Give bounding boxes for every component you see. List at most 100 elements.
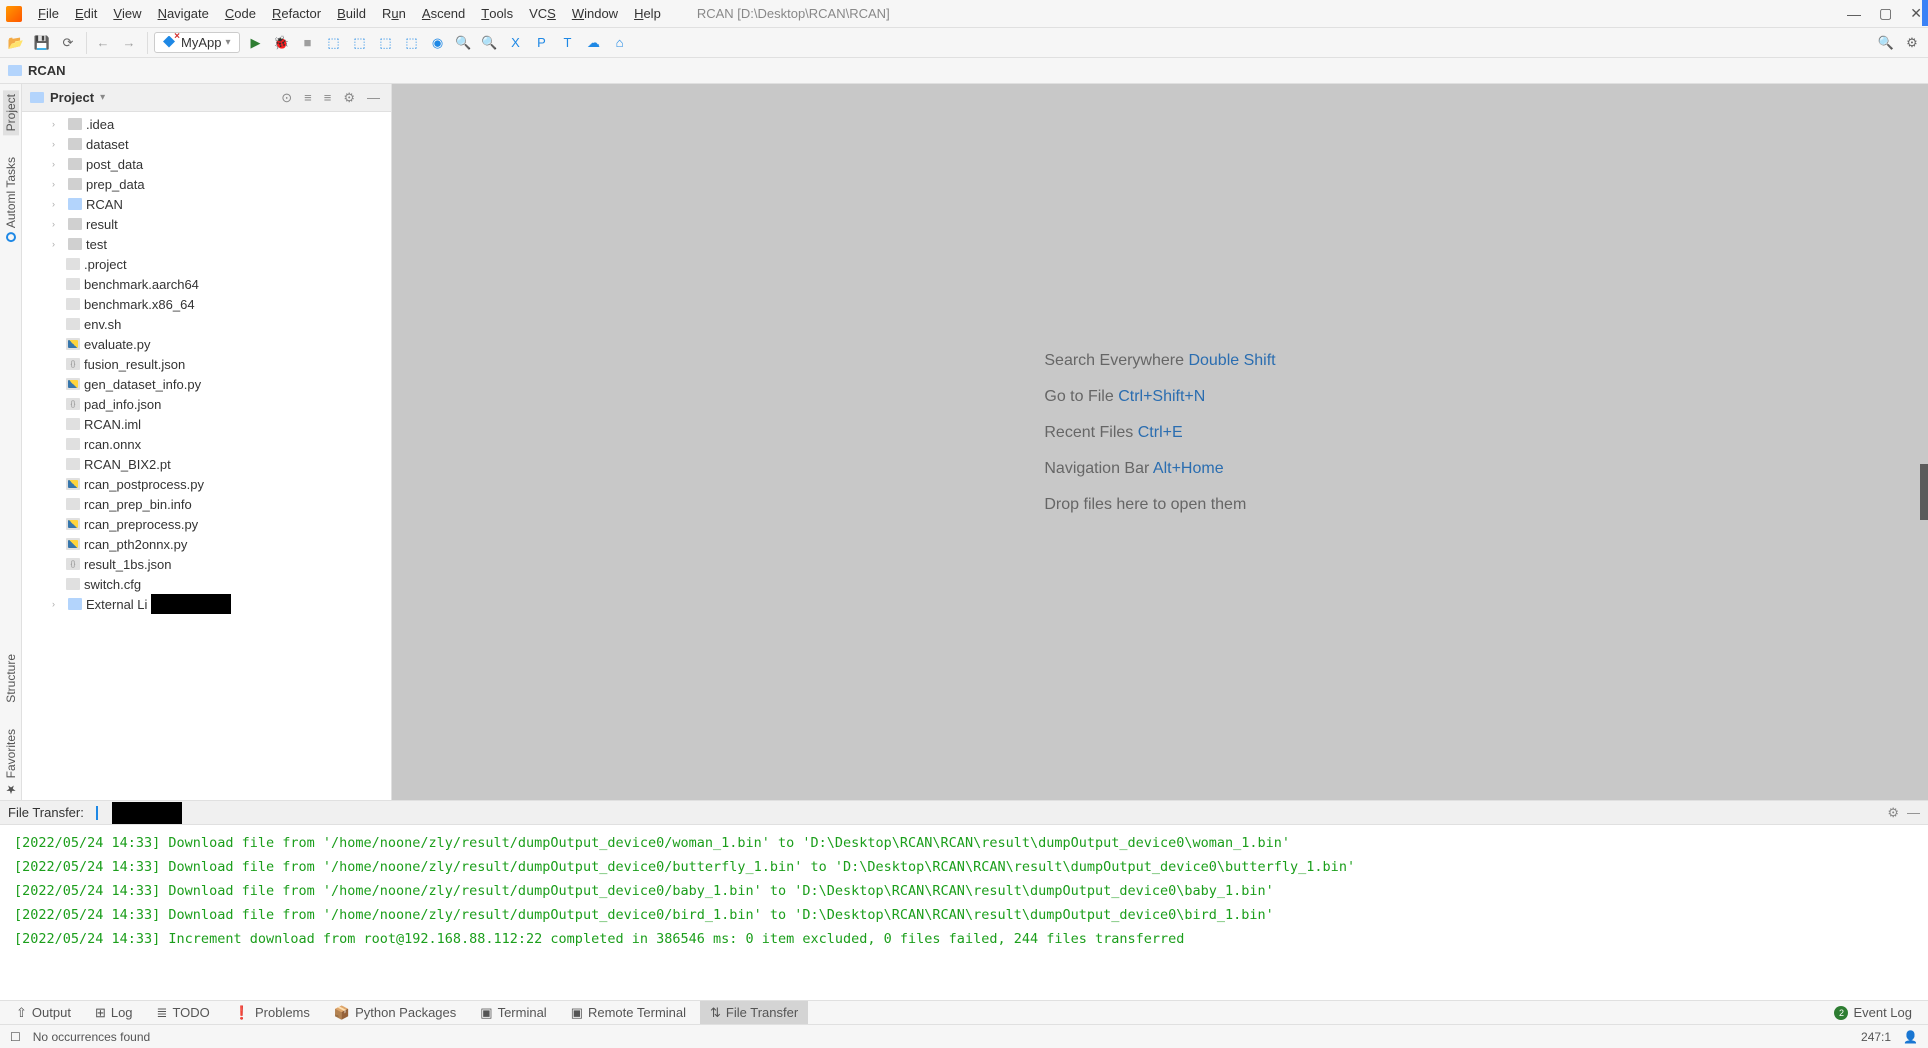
tree-file[interactable]: benchmark.x86_64 xyxy=(22,294,391,314)
file-icon xyxy=(66,358,80,370)
toolbar-icon-1[interactable]: ⬚ xyxy=(324,33,344,53)
tree-file[interactable]: RCAN_BIX2.pt xyxy=(22,454,391,474)
menu-window[interactable]: Window xyxy=(564,0,626,27)
tree-file[interactable]: benchmark.aarch64 xyxy=(22,274,391,294)
maximize-button[interactable]: ▢ xyxy=(1879,5,1892,22)
hide-panel-icon[interactable]: — xyxy=(1907,805,1920,820)
collapse-all-icon[interactable]: ≡ xyxy=(321,90,335,105)
hide-panel-icon[interactable]: — xyxy=(364,90,383,105)
tree-file[interactable]: rcan_postprocess.py xyxy=(22,474,391,494)
menu-run[interactable]: Run xyxy=(374,0,414,27)
toolbar-icon-10[interactable]: T xyxy=(558,33,578,53)
stop-button-icon[interactable]: ■ xyxy=(298,33,318,53)
tree-file[interactable]: .project xyxy=(22,254,391,274)
tree-folder[interactable]: ›.idea xyxy=(22,114,391,134)
tab-file-transfer[interactable]: ⇅File Transfer xyxy=(700,1001,808,1024)
editor-empty-area[interactable]: Search Everywhere Double ShiftGo to File… xyxy=(392,84,1928,800)
tree-file[interactable]: fusion_result.json xyxy=(22,354,391,374)
menu-help[interactable]: Help xyxy=(626,0,669,27)
tree-folder[interactable]: ›RCAN xyxy=(22,194,391,214)
tree-folder[interactable]: ›test xyxy=(22,234,391,254)
menu-edit[interactable]: Edit xyxy=(67,0,105,27)
gutter-tab-structure[interactable]: Structure xyxy=(3,650,19,707)
packages-icon: 📦 xyxy=(334,1005,350,1021)
toolbar-icon-6[interactable]: 🔍 xyxy=(454,33,474,53)
locate-icon[interactable]: ⊙ xyxy=(278,90,295,106)
inspection-icon[interactable]: 👤 xyxy=(1903,1030,1918,1044)
project-tool-window: Project ▾ ⊙ ≡ ≡ ⚙ — ›.idea›dataset›post_… xyxy=(22,84,392,800)
tree-label: result_1bs.json xyxy=(84,557,171,572)
run-button-icon[interactable]: ▶ xyxy=(246,33,266,53)
menu-tools[interactable]: Tools xyxy=(473,0,521,27)
toolbar-icon-12[interactable]: ⌂ xyxy=(610,33,630,53)
chevron-down-icon[interactable]: ▾ xyxy=(100,92,105,103)
tab-problems[interactable]: ❗Problems xyxy=(224,1001,320,1024)
run-configuration-selector[interactable]: MyApp ▾ xyxy=(154,32,240,53)
menu-build[interactable]: Build xyxy=(329,0,374,27)
gutter-tab-automl[interactable]: Automl Tasks xyxy=(3,153,19,246)
toolbar-icon-2[interactable]: ⬚ xyxy=(350,33,370,53)
nav-back-icon[interactable]: ← xyxy=(93,33,113,53)
toolbar-icon-8[interactable]: X xyxy=(506,33,526,53)
project-title[interactable]: Project xyxy=(50,90,94,105)
panel-settings-icon[interactable]: ⚙ xyxy=(340,90,358,106)
toolbar-icon-5[interactable]: ◉ xyxy=(428,33,448,53)
minimize-button[interactable]: — xyxy=(1847,6,1861,22)
tree-file[interactable]: rcan_preprocess.py xyxy=(22,514,391,534)
close-button[interactable]: ✕ xyxy=(1910,5,1922,22)
menu-file[interactable]: File xyxy=(30,0,67,27)
nav-forward-icon[interactable]: → xyxy=(119,33,139,53)
folder-icon xyxy=(8,65,22,76)
tree-file[interactable]: pad_info.json xyxy=(22,394,391,414)
tab-output[interactable]: ⇧Output xyxy=(6,1001,81,1024)
tab-python-packages[interactable]: 📦Python Packages xyxy=(324,1001,466,1024)
tree-file[interactable]: rcan_pth2onnx.py xyxy=(22,534,391,554)
menu-ascend[interactable]: Ascend xyxy=(414,0,473,27)
tree-file[interactable]: env.sh xyxy=(22,314,391,334)
menu-refactor[interactable]: Refactor xyxy=(264,0,329,27)
tab-terminal[interactable]: ▣Terminal xyxy=(470,1001,556,1024)
bottom-tool-tabs: ⇧Output ⊞Log ≣TODO ❗Problems 📦Python Pac… xyxy=(0,1000,1928,1024)
reload-icon[interactable]: ⟳ xyxy=(58,33,78,53)
toolbar-icon-11[interactable]: ☁ xyxy=(584,33,604,53)
tab-remote-terminal[interactable]: ▣Remote Terminal xyxy=(561,1001,696,1024)
tab-log[interactable]: ⊞Log xyxy=(85,1001,143,1024)
project-tree[interactable]: ›.idea›dataset›post_data›prep_data›RCAN›… xyxy=(22,112,391,800)
tree-file[interactable]: switch.cfg xyxy=(22,574,391,594)
breadcrumb-root[interactable]: RCAN xyxy=(28,63,66,78)
scroll-thumb[interactable] xyxy=(1920,464,1928,520)
menu-view[interactable]: View xyxy=(105,0,149,27)
settings-gear-icon[interactable]: ⚙ xyxy=(1902,33,1922,53)
file-icon xyxy=(66,438,80,450)
file-transfer-console[interactable]: [2022/05/24 14:33] Download file from '/… xyxy=(0,825,1928,1000)
expand-all-icon[interactable]: ≡ xyxy=(301,90,315,105)
panel-settings-icon[interactable]: ⚙ xyxy=(1887,805,1899,821)
open-icon[interactable]: 📂 xyxy=(6,33,26,53)
gutter-tab-project[interactable]: Project xyxy=(3,90,19,135)
tree-file[interactable]: RCAN.iml xyxy=(22,414,391,434)
toolbar-icon-7[interactable]: 🔍 xyxy=(480,33,500,53)
gutter-tab-favorites[interactable]: ★Favorites xyxy=(3,725,19,800)
tree-file[interactable]: rcan.onnx xyxy=(22,434,391,454)
menu-navigate[interactable]: Navigate xyxy=(150,0,217,27)
tree-folder[interactable]: ›result xyxy=(22,214,391,234)
menu-code[interactable]: Code xyxy=(217,0,264,27)
tree-folder[interactable]: ›dataset xyxy=(22,134,391,154)
search-icon[interactable]: 🔍 xyxy=(1876,33,1896,53)
menu-vcs[interactable]: VCS xyxy=(521,0,564,27)
toolbar-icon-4[interactable]: ⬚ xyxy=(402,33,422,53)
external-libraries-node[interactable]: › External Li xyxy=(22,594,391,614)
tree-file[interactable]: evaluate.py xyxy=(22,334,391,354)
tree-file[interactable]: result_1bs.json xyxy=(22,554,391,574)
debug-button-icon[interactable]: 🐞 xyxy=(272,33,292,53)
tab-event-log[interactable]: 2 Event Log xyxy=(1824,1001,1922,1024)
file-icon xyxy=(66,278,80,290)
save-icon[interactable]: 💾 xyxy=(32,33,52,53)
toolbar-icon-9[interactable]: P xyxy=(532,33,552,53)
toolbar-icon-3[interactable]: ⬚ xyxy=(376,33,396,53)
tree-file[interactable]: rcan_prep_bin.info xyxy=(22,494,391,514)
tree-folder[interactable]: ›post_data xyxy=(22,154,391,174)
tree-file[interactable]: gen_dataset_info.py xyxy=(22,374,391,394)
tab-todo[interactable]: ≣TODO xyxy=(147,1001,220,1024)
tree-folder[interactable]: ›prep_data xyxy=(22,174,391,194)
